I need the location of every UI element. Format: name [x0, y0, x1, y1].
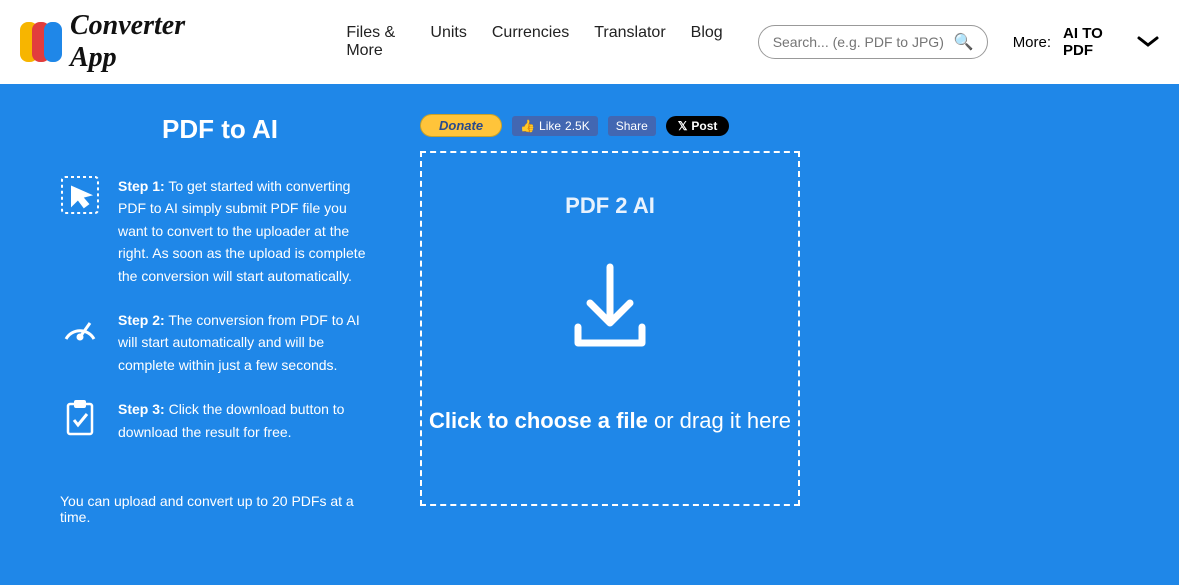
nav: Files & More Units Currencies Translator… [346, 24, 722, 60]
cursor-icon [60, 175, 100, 215]
step-1: Step 1: To get started with converting P… [60, 175, 380, 287]
page-title: PDF to AI [60, 114, 380, 145]
nav-blog[interactable]: Blog [691, 24, 723, 60]
more-label: More: [1013, 34, 1051, 51]
upload-limit-note: You can upload and convert up to 20 PDFs… [60, 493, 380, 525]
speed-icon [60, 309, 100, 349]
step-2-text: Step 2: The conversion from PDF to AI wi… [118, 309, 380, 376]
search-input[interactable] [773, 34, 954, 50]
right-column: Donate 👍 Like 2.5K Share 𝕏 Post PDF 2 AI [420, 114, 800, 525]
thumbs-up-icon: 👍 [520, 119, 535, 133]
step-1-text: Step 1: To get started with converting P… [118, 175, 380, 287]
search-box[interactable]: 🔍 [758, 25, 988, 59]
fb-share-button[interactable]: Share [608, 116, 656, 136]
header: Converter App Files & More Units Currenc… [0, 0, 1179, 84]
dropzone-cta: Click to choose a file or drag it here [429, 404, 791, 437]
step-2: Step 2: The conversion from PDF to AI wi… [60, 309, 380, 376]
nav-currencies[interactable]: Currencies [492, 24, 569, 60]
clipboard-check-icon [60, 398, 100, 438]
x-icon: 𝕏 [678, 119, 688, 133]
nav-translator[interactable]: Translator [594, 24, 665, 60]
social-row: Donate 👍 Like 2.5K Share 𝕏 Post [420, 114, 800, 137]
more-value: AI TO PDF [1063, 25, 1125, 59]
step-3: Step 3: Click the download button to dow… [60, 398, 380, 443]
donate-button[interactable]: Donate [420, 114, 502, 137]
logo-icon [20, 22, 62, 62]
nav-units[interactable]: Units [430, 24, 466, 60]
logo[interactable]: Converter App [20, 10, 221, 74]
left-column: PDF to AI Step 1: To get started with co… [40, 114, 380, 525]
file-drop-zone[interactable]: PDF 2 AI Click to choose a file or drag … [420, 151, 800, 506]
dropzone-title: PDF 2 AI [565, 193, 655, 219]
nav-files-more[interactable]: Files & More [346, 24, 405, 60]
more-dropdown[interactable]: More: AI TO PDF [1013, 25, 1159, 59]
x-post-button[interactable]: 𝕏 Post [666, 116, 730, 136]
chevron-down-icon [1137, 32, 1159, 53]
main: PDF to AI Step 1: To get started with co… [0, 84, 1179, 585]
fb-like-button[interactable]: 👍 Like 2.5K [512, 116, 598, 136]
logo-text: Converter App [70, 10, 221, 74]
search-icon[interactable]: 🔍 [954, 32, 974, 52]
step-3-text: Step 3: Click the download button to dow… [118, 398, 380, 443]
download-icon [560, 259, 660, 364]
